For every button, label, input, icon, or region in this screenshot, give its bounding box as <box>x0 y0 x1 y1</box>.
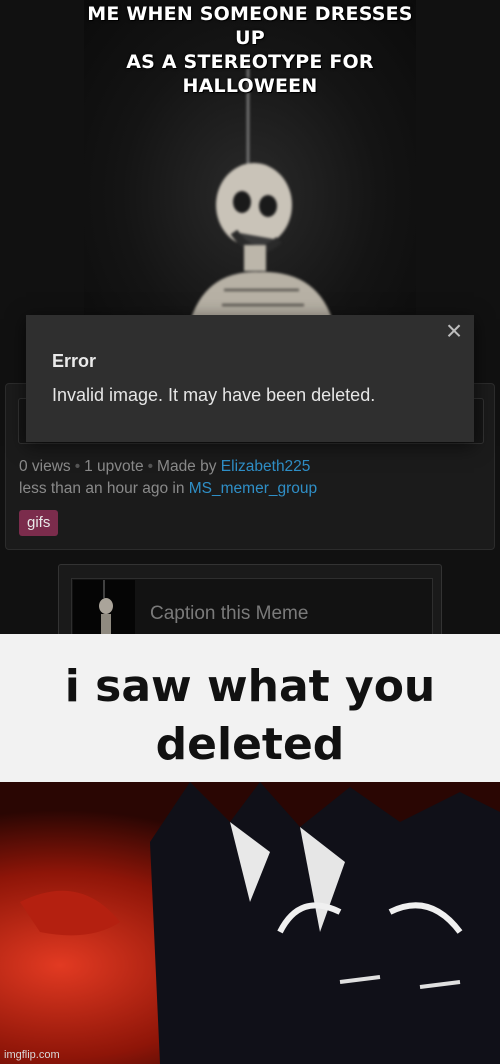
upvote-count: 1 upvote <box>84 458 144 475</box>
error-title: Error <box>52 351 97 371</box>
close-icon[interactable]: × <box>442 317 466 345</box>
meme-caption-line-1: ME WHEN SOMEONE DRESSES UP <box>87 3 413 49</box>
silhouette-figure-image <box>0 782 500 1064</box>
meme-caption-line-2: AS A STEREOTYPE FOR HALLOWEEN <box>126 51 374 97</box>
imgflip-watermark: imgflip.com <box>4 1049 60 1061</box>
error-dialog: × Error Invalid image. It may have been … <box>26 315 474 442</box>
caption-meme-button[interactable]: Caption this Meme <box>71 578 433 634</box>
caption-meme-bar: Caption this Meme <box>58 564 442 634</box>
caption-meme-label: Caption this Meme <box>150 603 309 624</box>
reaction-text-line-2: deleted <box>155 719 345 770</box>
meme-caption: ME WHEN SOMEONE DRESSES UP AS A STEREOTY… <box>84 2 416 98</box>
reaction-text-line-1: i saw what you <box>64 661 436 712</box>
meta-time-line: less than an hour ago in MS_memer_group <box>19 480 317 498</box>
meme-thumbnail <box>73 580 135 634</box>
error-message: Invalid image. It may have been deleted. <box>52 385 376 405</box>
reaction-image: i saw what you deleted imgflip.com <box>0 634 500 1064</box>
stream-link[interactable]: MS_memer_group <box>189 480 317 497</box>
meta-stats-line: 0 views • 1 upvote • Made by Elizabeth225 <box>19 458 311 475</box>
views-count: 0 views <box>19 458 71 475</box>
meme-page: ME WHEN SOMEONE DRESSES UP AS A STEREOTY… <box>0 0 500 634</box>
made-by-label: Made by <box>157 458 217 475</box>
author-link[interactable]: Elizabeth225 <box>221 458 311 475</box>
meme-image: ME WHEN SOMEONE DRESSES UP AS A STEREOTY… <box>84 0 416 325</box>
tag-gifs[interactable]: gifs <box>19 510 59 536</box>
time-label: less than an hour ago in <box>19 480 185 497</box>
